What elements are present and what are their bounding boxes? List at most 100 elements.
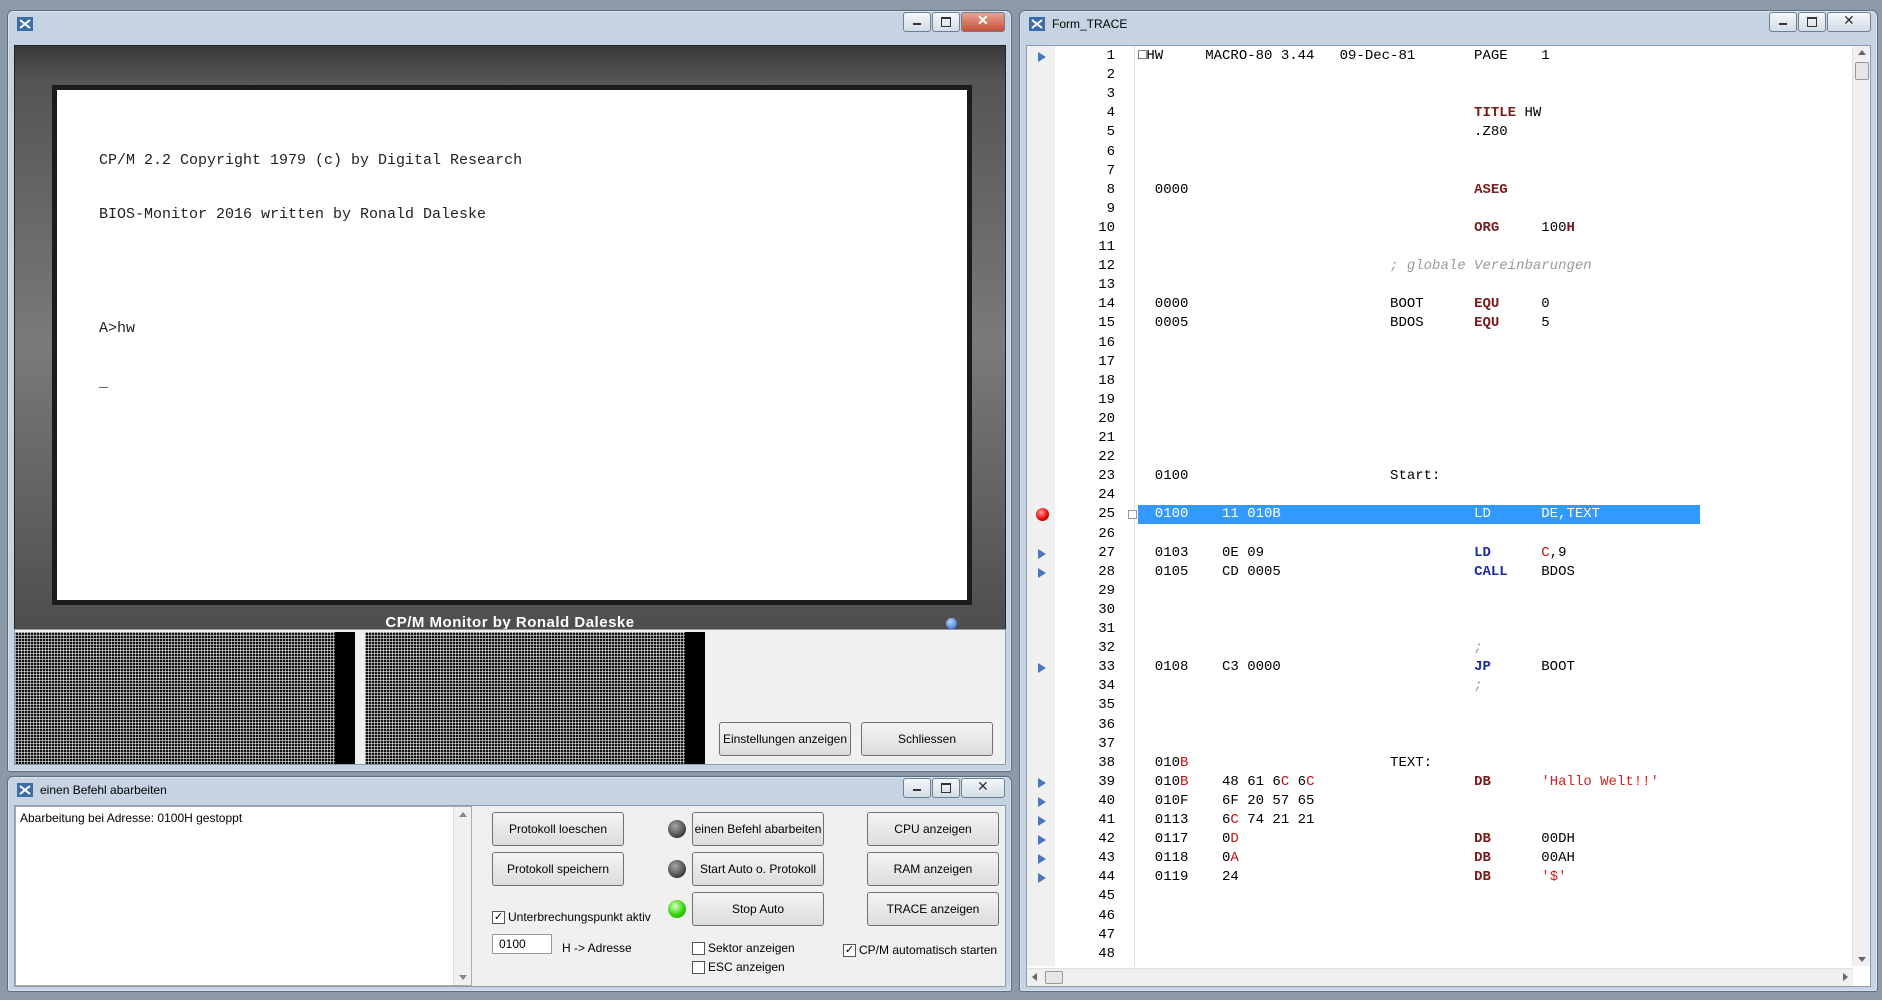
trace-line[interactable]: 42 0117 0D DB 00DH: [1027, 830, 1677, 849]
sector-checkbox[interactable]: Sektor anzeigen: [692, 941, 795, 955]
trace-line[interactable]: 14 0000 BOOT EQU 0: [1027, 295, 1677, 314]
scroll-left-icon[interactable]: [1032, 973, 1037, 981]
scroll-h-thumb[interactable]: [1045, 971, 1063, 984]
trace-line[interactable]: 40 010F 6F 20 57 65: [1027, 792, 1677, 811]
scroll-down-icon[interactable]: [459, 975, 467, 980]
scroll-right-icon[interactable]: [1843, 973, 1848, 981]
trace-line[interactable]: 48: [1027, 945, 1677, 964]
title-bar[interactable]: Form_TRACE ✕: [1020, 11, 1877, 37]
trace-line[interactable]: 43 0118 0A DB 00AH: [1027, 849, 1677, 868]
trace-line[interactable]: 15 0005 BDOS EQU 5: [1027, 314, 1677, 333]
breakpoint-icon[interactable]: [1036, 508, 1049, 522]
trace-line[interactable]: 23 0100 Start:: [1027, 467, 1677, 486]
address-input[interactable]: 0100: [492, 934, 552, 954]
trace-line[interactable]: 45: [1027, 887, 1677, 906]
trace-line[interactable]: 37: [1027, 735, 1677, 754]
fold-icon[interactable]: [1128, 510, 1137, 520]
close-button[interactable]: ✕: [1827, 12, 1871, 32]
vertical-scrollbar[interactable]: [1852, 46, 1870, 966]
trace-marker-icon[interactable]: [1038, 548, 1046, 559]
trace-line[interactable]: 31: [1027, 620, 1677, 639]
trace-marker-icon[interactable]: [1038, 835, 1046, 846]
trace-line[interactable]: 27 0103 0E 09 LD C,9: [1027, 544, 1677, 563]
checkbox-box[interactable]: [692, 960, 705, 974]
trace-line[interactable]: 34 ;: [1027, 677, 1677, 696]
trace-line[interactable]: 6: [1027, 143, 1677, 162]
trace-line[interactable]: 20: [1027, 410, 1677, 429]
trace-line[interactable]: 18: [1027, 372, 1677, 391]
trace-line[interactable]: 4 TITLE HW: [1027, 104, 1677, 123]
trace-line[interactable]: 36: [1027, 716, 1677, 735]
trace-button[interactable]: TRACE anzeigen: [867, 892, 999, 926]
trace-line[interactable]: 7: [1027, 162, 1677, 181]
trace-marker-icon[interactable]: [1038, 663, 1046, 674]
title-bar[interactable]: ✕: [8, 11, 1011, 37]
trace-line[interactable]: 2: [1027, 66, 1677, 85]
trace-line[interactable]: 39 010B 48 61 6C 6C DB 'Hallo Welt!!': [1027, 773, 1677, 792]
scroll-thumb[interactable]: [1855, 62, 1869, 80]
trace-line[interactable]: 33 0108 C3 0000 JP BOOT: [1027, 658, 1677, 677]
title-bar[interactable]: einen Befehl abarbeiten ✕: [8, 777, 1011, 803]
scroll-up-icon[interactable]: [1858, 50, 1866, 55]
trace-line[interactable]: 22: [1027, 448, 1677, 467]
start-auto-button[interactable]: Start Auto o. Protokoll: [692, 852, 824, 886]
scroll-down-icon[interactable]: [1858, 957, 1866, 962]
minimize-button[interactable]: [903, 12, 931, 32]
stop-auto-button[interactable]: Stop Auto: [692, 892, 824, 926]
maximize-button[interactable]: [932, 12, 960, 32]
trace-line[interactable]: 21: [1027, 429, 1677, 448]
close-button[interactable]: ✕: [961, 778, 1005, 798]
trace-line[interactable]: 26: [1027, 525, 1677, 544]
trace-line[interactable]: 30: [1027, 601, 1677, 620]
checkbox-box[interactable]: ✓: [492, 910, 505, 924]
trace-marker-icon[interactable]: [1038, 816, 1046, 826]
maximize-button[interactable]: [932, 778, 960, 798]
breakpoint-checkbox[interactable]: ✓ Unterbrechungspunkt aktiv: [492, 910, 651, 924]
step-button[interactable]: einen Befehl abarbeiten: [692, 812, 824, 846]
trace-line[interactable]: 38 010B TEXT:: [1027, 754, 1677, 773]
trace-marker-icon[interactable]: [1038, 777, 1046, 788]
trace-line[interactable]: 25 0100 11 010B LD DE,TEXT: [1027, 505, 1700, 525]
trace-line[interactable]: 29: [1027, 582, 1677, 601]
scroll-up-icon[interactable]: [459, 812, 467, 817]
trace-line[interactable]: 17: [1027, 353, 1677, 372]
trace-line[interactable]: 44 0119 24 DB '$': [1027, 868, 1677, 887]
trace-line[interactable]: 9: [1027, 200, 1677, 219]
esc-checkbox[interactable]: ESC anzeigen: [692, 960, 785, 974]
ram-button[interactable]: RAM anzeigen: [867, 852, 999, 886]
trace-line[interactable]: 46: [1027, 907, 1677, 926]
horizontal-scrollbar[interactable]: [1027, 968, 1853, 986]
trace-line[interactable]: 47: [1027, 926, 1677, 945]
trace-line[interactable]: 3: [1027, 85, 1677, 104]
trace-line[interactable]: 35: [1027, 696, 1677, 715]
trace-line[interactable]: 12 ; globale Vereinbarungen: [1027, 257, 1677, 276]
trace-marker-icon[interactable]: [1038, 52, 1046, 62]
trace-line[interactable]: 41 0113 6C 74 21 21: [1027, 811, 1677, 830]
cpu-button[interactable]: CPU anzeigen: [867, 812, 999, 846]
trace-editor[interactable]: 1 □HW MACRO-80 3.44 09-Dec-81 PAGE 1234 T…: [1026, 45, 1871, 987]
clear-log-button[interactable]: Protokoll loeschen: [492, 812, 624, 846]
settings-button[interactable]: Einstellungen anzeigen: [719, 722, 851, 756]
trace-line[interactable]: 1 □HW MACRO-80 3.44 09-Dec-81 PAGE 1: [1027, 47, 1677, 66]
maximize-button[interactable]: [1798, 12, 1826, 32]
trace-line[interactable]: 32 ;: [1027, 639, 1677, 658]
log-textarea[interactable]: Abarbeitung bei Adresse: 0100H gestoppt: [15, 806, 472, 986]
close-button[interactable]: ✕: [961, 12, 1005, 32]
trace-line[interactable]: 8 0000 ASEG: [1027, 181, 1677, 200]
trace-line[interactable]: 5 .Z80: [1027, 123, 1677, 142]
trace-line[interactable]: 24: [1027, 486, 1677, 505]
minimize-button[interactable]: [1769, 12, 1797, 32]
minimize-button[interactable]: [903, 778, 931, 798]
trace-marker-icon[interactable]: [1038, 854, 1046, 865]
save-log-button[interactable]: Protokoll speichern: [492, 852, 624, 886]
close-monitor-button[interactable]: Schliessen: [861, 722, 993, 756]
log-scrollbar[interactable]: [453, 807, 471, 985]
trace-line[interactable]: 13: [1027, 276, 1677, 295]
checkbox-box[interactable]: [692, 941, 705, 955]
trace-line[interactable]: 10 ORG 100H: [1027, 219, 1677, 238]
trace-line[interactable]: 19: [1027, 391, 1677, 410]
monitor-screen[interactable]: CP/M 2.2 Copyright 1979 (c) by Digital R…: [57, 90, 967, 600]
trace-line[interactable]: 16: [1027, 334, 1677, 353]
autostart-checkbox[interactable]: ✓ CP/M automatisch starten: [843, 943, 997, 957]
trace-marker-icon[interactable]: [1038, 796, 1046, 807]
